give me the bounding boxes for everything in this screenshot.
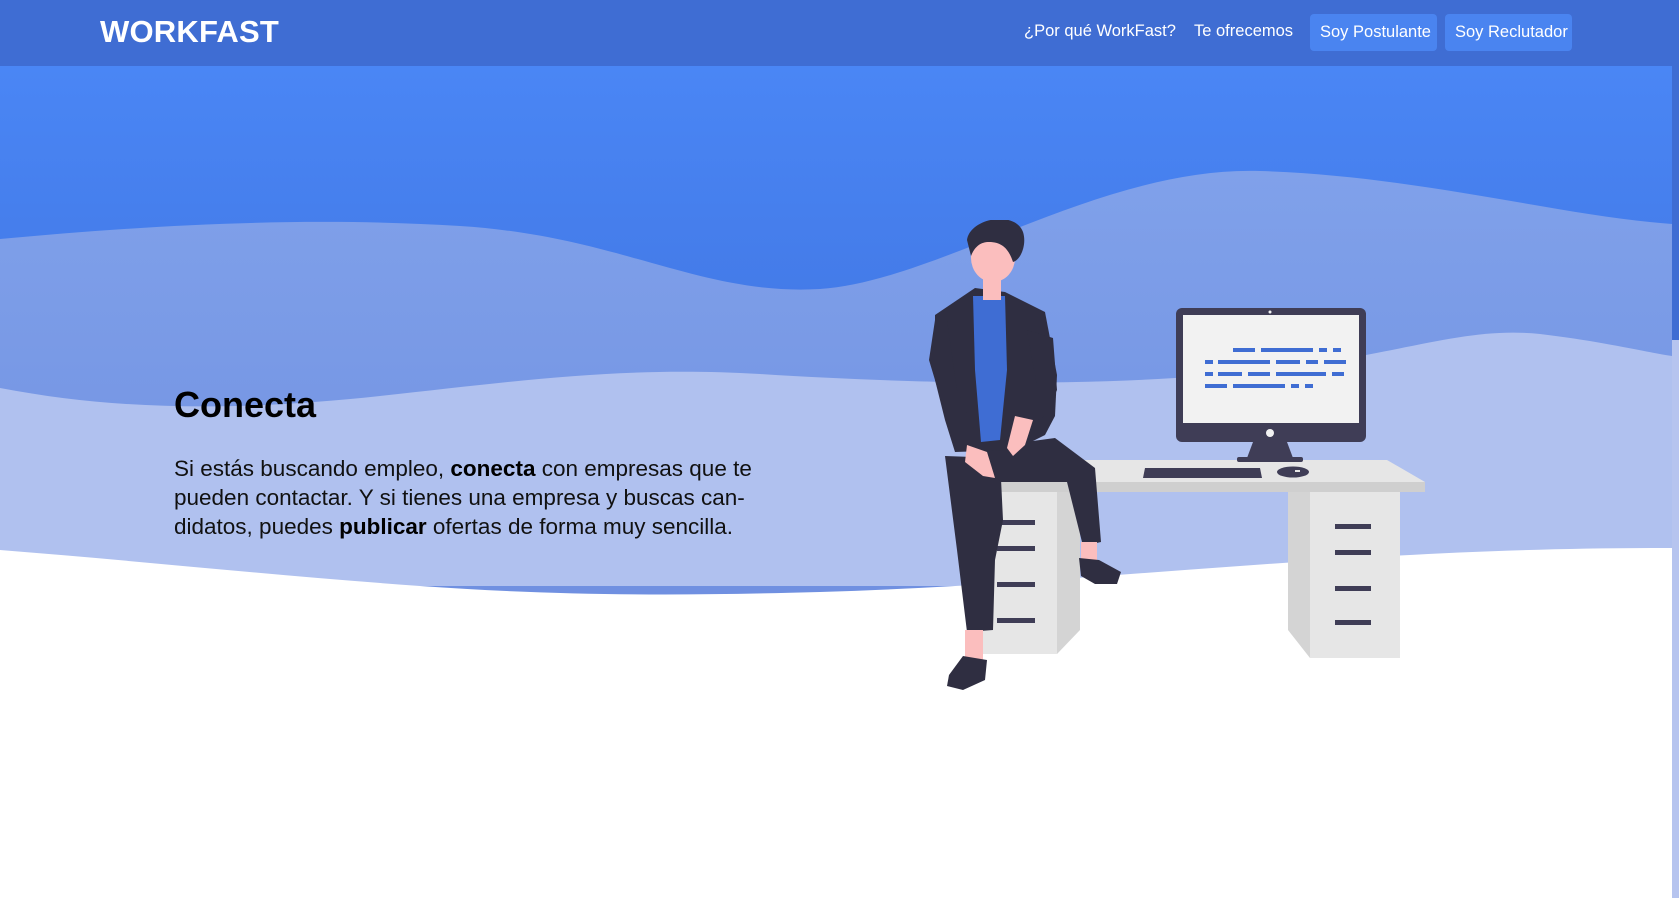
top-navbar: WORKFAST ¿Por qué WorkFast? Te ofrecemos… <box>0 0 1679 66</box>
hero-description: Si estás buscando empleo, conecta con em… <box>174 454 814 541</box>
hero-title: Conecta <box>174 384 317 425</box>
mouse-icon <box>1277 466 1309 478</box>
desk-icon <box>975 460 1425 658</box>
hero-text-block: Conecta Si estás buscando empleo, conect… <box>174 384 814 541</box>
page-scrollbar-thumb[interactable] <box>1672 66 1679 340</box>
brand-logo[interactable]: WORKFAST <box>100 14 279 50</box>
applicant-button[interactable]: Soy Postulante <box>1310 14 1437 51</box>
hero-description-part1: Si estás buscando empleo, <box>174 456 451 481</box>
nav-link-why-workfast[interactable]: ¿Por qué WorkFast? <box>1024 22 1176 41</box>
hero-description-part3: ofertas de forma muy sencilla. <box>426 514 734 539</box>
desktop-computer-icon <box>1176 308 1366 462</box>
hero-description-bold-connect: conecta <box>450 456 536 481</box>
recruiter-button[interactable]: Soy Reclutador <box>1445 14 1572 51</box>
keyboard-icon <box>1143 468 1262 478</box>
hero-description-bold-publish: publicar <box>339 514 427 539</box>
person-working-illustration <box>929 220 1425 690</box>
nav-link-we-offer[interactable]: Te ofrecemos <box>1194 22 1293 41</box>
